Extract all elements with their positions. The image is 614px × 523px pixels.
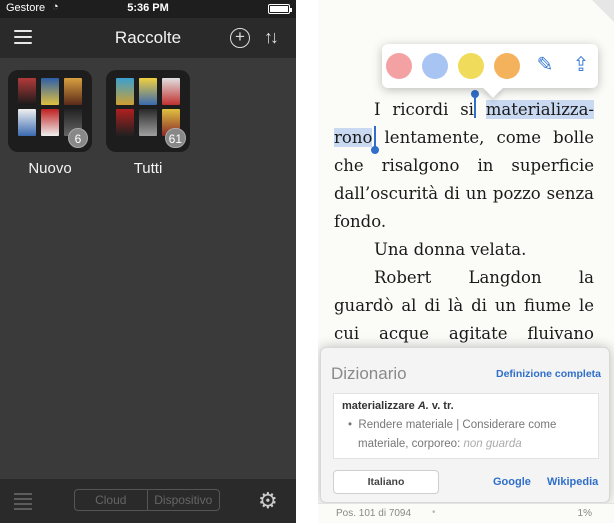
book-cover [139,109,157,136]
percent-label: 1% [577,508,592,519]
headword-text: materializzare [342,400,415,412]
reading-footer: Pos. 101 di 7094 • 1% [318,503,614,523]
segment-cloud[interactable]: Cloud [75,490,147,510]
language-button[interactable]: Italiano [333,470,439,494]
definition: • Rendere materiale | Considerare come m… [348,419,557,450]
book-cover [64,78,82,105]
location-label: Pos. 101 di 7094 [336,508,412,519]
text-run: I ricordi si [374,100,486,119]
collection-label: Tutti [133,160,163,177]
selection-end-handle[interactable] [371,146,379,154]
definition-example: non guarda [463,438,522,450]
collection-tile[interactable]: 6 [8,70,92,152]
full-definition-link[interactable]: Definizione completa [496,368,601,380]
collection-nuovo[interactable]: 6 Nuovo [8,70,92,177]
count-badge: 61 [164,128,186,148]
list-view-icon[interactable] [14,493,32,510]
text-run: lentamente, come bolle che risalgono in … [334,128,594,231]
book-cover [41,78,59,105]
edit-note-icon[interactable]: ✎ [532,52,558,78]
dictionary-panel: Dizionario Definizione completa material… [320,347,610,503]
book-cover [162,78,180,105]
collection-tile[interactable]: 61 [106,70,190,152]
definition-text: Rendere materiale | Considerare come mat… [358,419,557,450]
gear-icon[interactable]: ⚙ [258,488,278,514]
highlight-popup: ✎ ⇪ [382,44,598,88]
status-time: 5:36 PM [127,2,169,14]
part-of-speech: v. tr. [431,400,454,412]
status-bar: Gestore ◔ 5:36 PM [0,0,296,18]
dictionary-title: Dizionario [331,364,407,383]
book-cover [116,78,134,105]
book-cover [18,109,36,136]
highlight-color-pink[interactable] [386,53,412,79]
reader-screen: I ricordi si materializza- rono lentamen… [318,0,614,523]
progress-dot: • [432,507,436,518]
collections-screen: Gestore ◔ 5:36 PM Raccolte + ↑↓ 6 Nuovo … [0,0,296,523]
selection-end-line [374,126,376,148]
collection-label: Nuovo [28,160,72,177]
wikipedia-link[interactable]: Wikipedia [547,476,598,488]
selected-text[interactable]: materializza- [485,100,594,119]
count-badge: 6 [68,128,88,148]
paragraph: Una donna velata. [374,240,527,259]
highlight-color-blue[interactable] [422,53,448,79]
grammar-label: A. [417,400,429,412]
paragraph: I ricordi si materializza- rono lentamen… [334,96,594,236]
share-icon[interactable]: ⇪ [568,52,594,78]
page-title: Raccolte [114,28,182,47]
bottom-toolbar: Cloud Dispositivo ⚙ [0,479,296,523]
selected-text[interactable]: rono [334,128,373,147]
dictionary-entry: materializzare A. v. tr. • Rendere mater… [333,393,599,459]
page-curl[interactable] [592,0,614,22]
storage-segmented-control: Cloud Dispositivo [74,489,220,511]
google-link[interactable]: Google [493,476,531,488]
segment-device[interactable]: Dispositivo [146,490,220,510]
book-cover [18,78,36,105]
add-collection-icon[interactable]: + [230,28,250,48]
book-cover [41,109,59,136]
battery-icon [268,4,292,14]
highlight-color-yellow[interactable] [458,53,484,79]
book-cover [139,78,157,105]
nav-bar: Raccolte + ↑↓ [0,18,296,58]
collection-tutti[interactable]: 61 Tutti [106,70,190,177]
sort-icon[interactable]: ↑↓ [264,27,279,48]
book-cover [116,109,134,136]
highlight-color-orange[interactable] [494,53,520,79]
headword: materializzare A. v. tr. [342,400,590,412]
selection-start-line [474,96,476,118]
screenshot-root: Gestore ◔ 5:36 PM Raccolte + ↑↓ 6 Nuovo … [0,0,614,523]
